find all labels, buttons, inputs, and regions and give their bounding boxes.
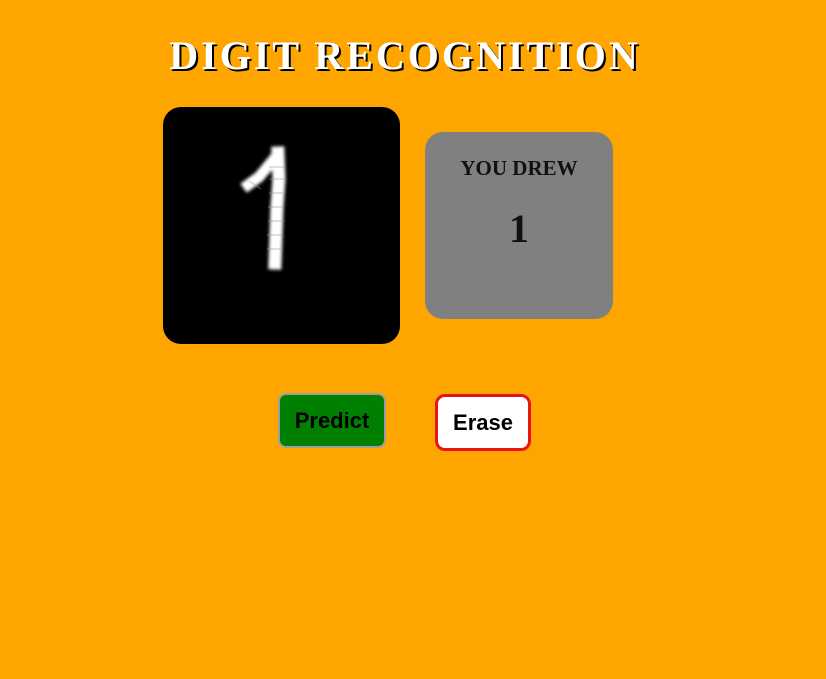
prediction-value: 1 bbox=[509, 206, 529, 251]
drawn-stroke bbox=[240, 146, 286, 270]
page-title: DIGIT RECOGNITION bbox=[169, 33, 641, 78]
app-page: DIGIT RECOGNITION YOU DREW 1 Predict Era… bbox=[0, 0, 826, 679]
erase-button[interactable]: Erase bbox=[435, 394, 531, 451]
prediction-panel: YOU DREW 1 bbox=[425, 132, 613, 319]
prediction-label: YOU DREW bbox=[460, 156, 578, 180]
predict-button[interactable]: Predict bbox=[278, 393, 386, 448]
drawing-canvas[interactable] bbox=[163, 107, 400, 344]
